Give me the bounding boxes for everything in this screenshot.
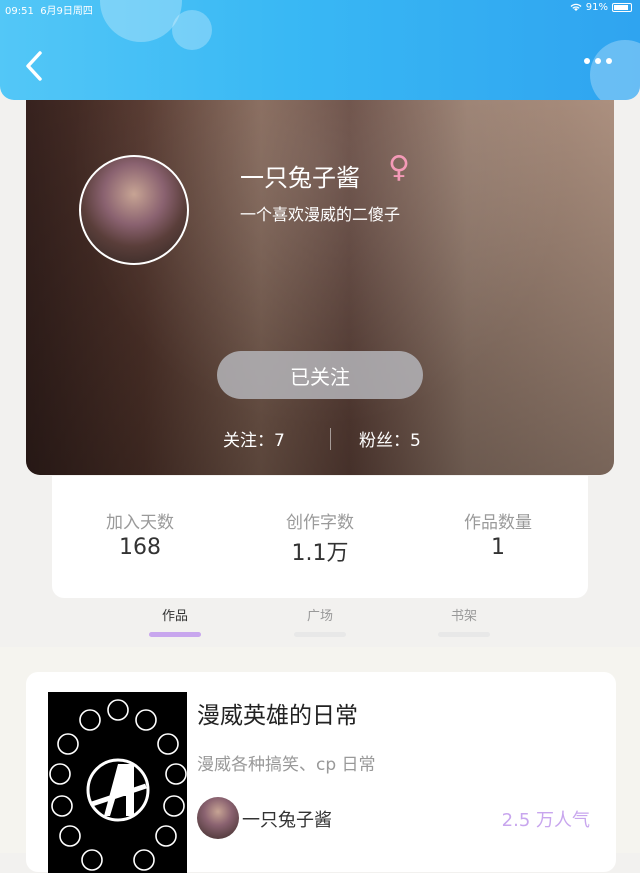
stat-label: 加入天数 — [106, 513, 174, 533]
decor-bubble — [590, 40, 640, 100]
battery-percent: 91% — [585, 2, 608, 13]
dot — [606, 58, 612, 64]
stat-value: 1 — [491, 535, 505, 560]
divider — [330, 428, 331, 450]
author-avatar — [197, 797, 239, 839]
stat-label: 作品数量 — [464, 513, 532, 533]
top-header: 09:51 6月9日周四 91% — [0, 0, 640, 100]
follow-button[interactable]: 已关注 — [217, 351, 423, 399]
work-card[interactable]: 漫威英雄的日常 漫威各种搞笑、cp 日常 一只兔子酱 2.5 万人气 — [26, 672, 616, 873]
profile-card: 一只兔子酱 ♀ 一个喜欢漫威的二傻子 已关注 关注：7 粉丝：5 — [26, 80, 614, 475]
tab-indicator — [438, 632, 490, 637]
status-right: 91% — [570, 2, 632, 13]
back-button[interactable] — [22, 48, 52, 84]
tab-square[interactable]: 广场 — [270, 605, 370, 624]
work-title[interactable]: 漫威英雄的日常 — [197, 696, 358, 730]
popularity-count: 2.5 万人气 — [501, 810, 590, 831]
battery-icon — [612, 3, 632, 12]
followers-count[interactable]: 粉丝：5 — [359, 426, 421, 451]
dot — [584, 58, 590, 64]
date-text: 6月9日周四 — [40, 6, 93, 17]
book-cover[interactable] — [48, 692, 187, 873]
stat-value: 168 — [119, 535, 161, 560]
clock-text: 09:51 — [5, 6, 34, 17]
stat-word-count: 创作字数 1.1万 — [240, 508, 400, 567]
following-count[interactable]: 关注：7 — [223, 426, 285, 451]
author-name: 一只兔子酱 — [242, 810, 332, 831]
stat-value: 1.1万 — [291, 541, 349, 566]
tab-indicator-active — [149, 632, 201, 637]
wifi-icon — [570, 3, 582, 11]
stat-work-count: 作品数量 1 — [418, 508, 578, 560]
status-time: 09:51 6月9日周四 — [5, 2, 93, 17]
stat-join-days: 加入天数 168 — [60, 508, 220, 560]
card-backdrop — [26, 80, 614, 475]
more-dots-icon[interactable] — [584, 58, 612, 64]
profile-name: 一只兔子酱 — [240, 164, 360, 192]
stats-panel: 加入天数 168 创作字数 1.1万 作品数量 1 — [52, 476, 588, 598]
avatar[interactable] — [79, 155, 189, 265]
tab-indicator — [294, 632, 346, 637]
stat-label: 创作字数 — [286, 513, 354, 533]
dot — [595, 58, 601, 64]
profile-bio: 一个喜欢漫威的二傻子 — [240, 205, 401, 224]
avengers-logo — [49, 699, 187, 871]
tab-works[interactable]: 作品 — [125, 605, 225, 624]
status-bar: 09:51 6月9日周四 91% — [0, 0, 640, 18]
tab-bookshelf[interactable]: 书架 — [414, 605, 514, 624]
female-icon: ♀ — [388, 150, 410, 185]
back-arrow-icon — [26, 51, 42, 81]
work-description: 漫威各种搞笑、cp 日常 — [197, 755, 376, 775]
